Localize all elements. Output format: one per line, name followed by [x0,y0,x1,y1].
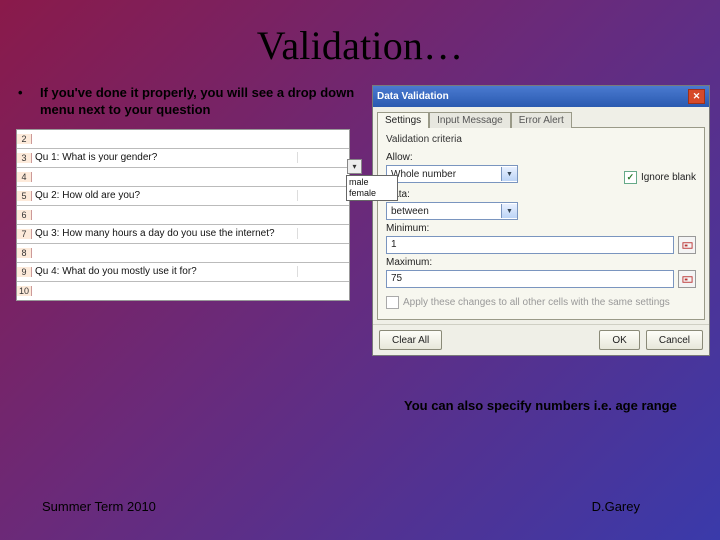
row-header: 5 [17,191,32,201]
dialog-tabs: Settings Input Message Error Alert [373,107,709,127]
dialog-column: Data Validation ✕ Settings Input Message… [372,85,710,356]
ignore-blank-checkbox[interactable]: ✓ [624,171,637,184]
dropdown-list[interactable]: male female [346,175,398,202]
dialog-title: Data Validation [377,91,449,102]
dialog-buttons: Clear All OK Cancel [373,324,709,355]
slide-title: Validation… [0,0,720,69]
cell: Qu 3: How many hours a day do you use th… [32,228,298,239]
bullet-marker: • [18,85,40,119]
row-header: 4 [17,172,32,182]
content-area: • If you've done it properly, you will s… [0,69,720,356]
close-icon[interactable]: ✕ [688,89,705,104]
allow-label: Allow: [386,152,536,163]
tab-input-message[interactable]: Input Message [429,112,511,128]
tab-settings[interactable]: Settings [377,112,429,128]
row-header: 2 [17,134,32,144]
data-validation-dialog: Data Validation ✕ Settings Input Message… [372,85,710,356]
data-value: between [387,206,501,217]
ignore-blank-label: Ignore blank [641,172,696,183]
row-header: 3 [17,153,32,163]
row-header: 10 [17,286,32,296]
row-header: 6 [17,210,32,220]
cancel-button[interactable]: Cancel [646,330,703,350]
clear-all-button[interactable]: Clear All [379,330,442,350]
left-column: • If you've done it properly, you will s… [16,85,366,356]
apply-all-checkbox [386,296,399,309]
dropdown-arrow-icon[interactable]: ▾ [347,159,362,174]
chevron-down-icon[interactable]: ▼ [501,204,517,218]
footer-left: Summer Term 2010 [42,499,156,514]
dialog-titlebar: Data Validation ✕ [373,86,709,107]
allow-value: Whole number [387,169,501,180]
minimum-input[interactable]: 1 [386,236,674,254]
range-picker-icon[interactable] [678,270,696,288]
bullet-item: • If you've done it properly, you will s… [16,85,366,129]
allow-select[interactable]: Whole number ▼ [386,165,518,183]
row-header: 8 [17,248,32,258]
apply-all-label: Apply these changes to all other cells w… [403,297,670,308]
tab-error-alert[interactable]: Error Alert [511,112,572,128]
spreadsheet-snippet: 2 3 Qu 1: What is your gender? ▾ male fe… [16,129,350,301]
dropdown-option[interactable]: female [349,188,395,199]
cell: Qu 4: What do you mostly use it for? [32,266,298,277]
row-header: 9 [17,267,32,277]
row-header: 7 [17,229,32,239]
minimum-label: Minimum: [386,223,696,234]
data-select[interactable]: between ▼ [386,202,518,220]
chevron-down-icon[interactable]: ▼ [501,167,517,181]
dropdown-option[interactable]: male [349,177,395,188]
group-label: Validation criteria [386,134,696,145]
maximum-input[interactable]: 75 [386,270,674,288]
tab-panel: Validation criteria Allow: Whole number … [377,127,705,320]
sheet-row: 2 [17,130,349,149]
bullet-text: If you've done it properly, you will see… [40,85,364,119]
range-picker-icon[interactable] [678,236,696,254]
ok-button[interactable]: OK [599,330,639,350]
caption-text: You can also specify numbers i.e. age ra… [404,398,704,415]
footer-right: D.Garey [592,499,640,514]
cell: Qu 2: How old are you? [32,190,298,201]
maximum-label: Maximum: [386,257,696,268]
sheet-row: 3 Qu 1: What is your gender? ▾ male fema… [17,149,349,168]
cell: Qu 1: What is your gender? [32,152,298,163]
data-label: Data: [386,189,696,200]
